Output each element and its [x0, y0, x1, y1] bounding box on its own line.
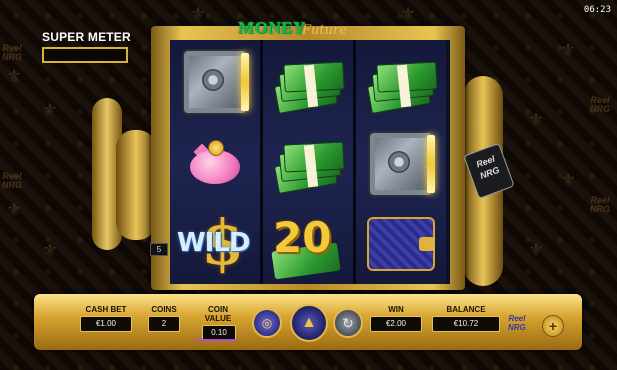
side-brand-logo: Reel NRG — [2, 43, 22, 62]
fleur-de-lis-icon: ⚜ — [6, 66, 23, 87]
cash-bet-field[interactable]: CASH BET €1.00 — [80, 305, 132, 332]
autoplay-icon: ↻ — [342, 314, 354, 331]
spin-button[interactable]: ▲ — [290, 304, 328, 342]
fleur-de-lis-icon: ⚜ — [42, 240, 59, 261]
fleur-de-lis-icon: ⚜ — [190, 4, 207, 25]
symbol-twenty: 20 — [263, 204, 353, 284]
symbol-cash-stack — [356, 46, 446, 126]
fleur-de-lis-icon: ⚜ — [528, 110, 545, 131]
fleur-de-lis-icon: ⚜ — [400, 4, 417, 25]
coins-stack-icon: ◎ — [261, 316, 273, 330]
side-brand-logo: Reel NRG — [590, 95, 610, 114]
reel-2: 20 — [263, 40, 353, 284]
symbol-safe — [356, 124, 446, 204]
reel-1: $ WILD — [170, 40, 260, 284]
fleur-de-lis-icon: ⚜ — [6, 200, 23, 221]
coins-label: COINS — [151, 305, 177, 314]
safe-icon — [368, 131, 435, 197]
balance-field: BALANCE €10.72 — [432, 305, 500, 332]
symbol-cash-stack — [263, 126, 353, 206]
cash-stack-icon — [367, 61, 438, 114]
twenty-text: 20 — [273, 213, 332, 262]
fleur-de-lis-icon: ⚜ — [528, 240, 545, 261]
cash-stack-icon — [274, 141, 345, 194]
balance-label: BALANCE — [446, 305, 486, 314]
coins-field[interactable]: COINS 2 — [148, 305, 180, 332]
logo-money: MONEY — [238, 18, 306, 37]
coins-value: 2 — [148, 316, 180, 332]
fleur-de-lis-icon: ⚜ — [560, 170, 577, 191]
side-brand-logo: Reel NRG — [2, 171, 22, 190]
wallet-icon — [367, 217, 435, 271]
spin-arrow-icon: ▲ — [301, 314, 317, 331]
left-hub-ornament — [116, 130, 156, 240]
super-meter-bar — [42, 47, 128, 63]
win-label: WIN — [388, 305, 404, 314]
coin-value-field[interactable]: COIN VALUE 0.10 — [194, 305, 242, 341]
super-meter: SUPER METER — [42, 30, 132, 63]
piggy-bank-icon — [186, 140, 244, 184]
symbol-piggy-bank — [170, 122, 260, 202]
payline-marker: 5 — [150, 243, 168, 256]
clock-display: 06:23 — [583, 5, 611, 15]
fleur-de-lis-icon: ⚜ — [560, 40, 577, 61]
win-field: WIN €2.00 — [370, 305, 422, 332]
side-brand-logo: Reel NRG — [590, 195, 610, 214]
cash-bet-value: €1.00 — [80, 316, 132, 332]
reel-area: $ WILD 20 — [170, 40, 450, 284]
fleur-de-lis-icon: ⚜ — [42, 100, 59, 121]
game-logo: MONEY Future — [238, 18, 356, 38]
cash-bet-label: CASH BET — [85, 305, 127, 314]
wild-text: WILD — [177, 228, 251, 258]
balance-value: €10.72 — [432, 316, 500, 332]
autoplay-button[interactable]: ↻ — [333, 308, 363, 338]
symbol-safe — [170, 42, 260, 122]
coin-value-label: COIN VALUE — [204, 305, 232, 323]
reel-3 — [356, 40, 446, 284]
panel-brand-logo: Reel NRG — [508, 314, 526, 332]
super-meter-label: SUPER METER — [42, 30, 131, 44]
logo-future: Future — [302, 23, 347, 38]
win-value: €2.00 — [370, 316, 422, 332]
symbol-cash-stack — [263, 46, 353, 126]
symbol-wallet — [356, 204, 446, 284]
coin-value-slider[interactable] — [196, 339, 236, 341]
cash-stack-icon — [274, 61, 345, 114]
coins-stack-button[interactable]: ◎ — [252, 308, 282, 338]
plus-icon: + — [548, 318, 558, 334]
menu-plus-button[interactable]: + — [542, 315, 564, 337]
symbol-wild: $ WILD — [170, 204, 260, 284]
safe-icon — [182, 49, 249, 115]
